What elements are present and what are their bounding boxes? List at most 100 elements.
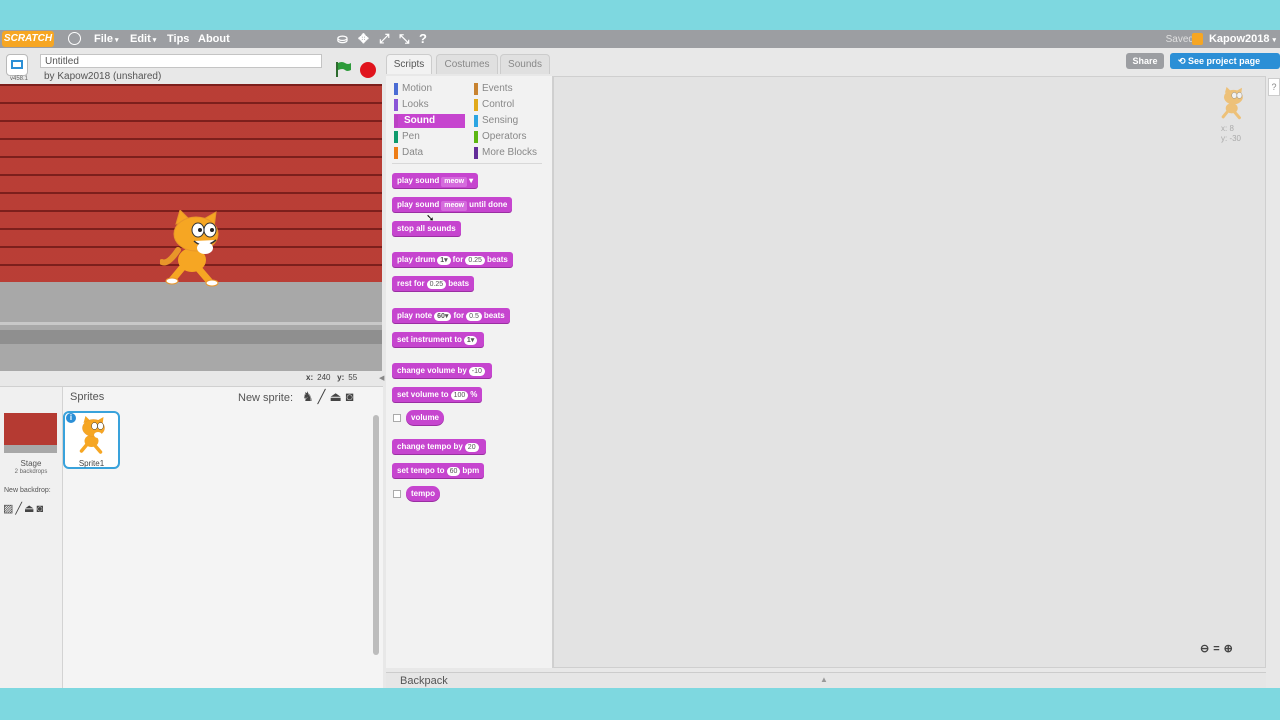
sound-dropdown[interactable]: meow — [441, 177, 468, 187]
zoom-in-icon[interactable]: ⊕ — [1224, 643, 1237, 655]
block-change-volume[interactable]: change volume by -10 — [392, 363, 492, 378]
category-swatch — [394, 115, 398, 127]
shrink-icon[interactable]: ⤡ — [399, 31, 409, 47]
paint-sprite-icon[interactable]: ╱ — [318, 389, 330, 404]
block-set-instrument[interactable]: set instrument to 1▾ — [392, 332, 485, 347]
camera-sprite-icon[interactable]: ◙ — [346, 389, 358, 404]
block-play-drum[interactable]: play drum 1▾ for 0.25 beats — [392, 252, 513, 267]
menu-about[interactable]: About — [198, 33, 230, 45]
grow-icon[interactable]: ⤢ — [379, 31, 389, 47]
beats-input[interactable]: 0.25 — [465, 256, 485, 265]
backdrops-count: 2 backdrops — [14, 469, 48, 475]
category-swatch — [474, 83, 478, 95]
stage-canvas[interactable] — [0, 84, 382, 371]
upload-sprite-icon[interactable]: ⏏ — [329, 389, 345, 404]
category-sensing[interactable]: Sensing — [474, 114, 544, 128]
block-change-tempo[interactable]: change tempo by 20 — [392, 439, 486, 454]
block-play-note[interactable]: play note 60▾ for 0.5 beats — [392, 308, 510, 323]
sprite-y: y: -30 — [1221, 134, 1242, 143]
stage-label: Stage — [20, 459, 42, 468]
sound-dropdown[interactable]: meow — [441, 201, 468, 211]
new-backdrop-tools: ▨╱⏏◙ — [3, 502, 45, 515]
tempo-input[interactable]: 20 — [464, 443, 479, 452]
project-title-input[interactable] — [40, 54, 322, 68]
menu-edit[interactable]: Edit ▾ — [130, 33, 156, 45]
help-tab-icon[interactable]: ? — [1268, 78, 1280, 96]
category-more-blocks[interactable]: More Blocks — [474, 146, 546, 160]
scratch-editor-window: SCRATCH File ▾ Edit ▾ Tips About ⛀ ✥ ⤢ ⤡ ?… — [0, 30, 1280, 688]
script-area[interactable] — [553, 76, 1266, 668]
tab-scripts[interactable]: Scripts — [386, 54, 432, 74]
block-set-volume[interactable]: set volume to 100% — [392, 387, 483, 402]
user-menu[interactable]: Kapow2018 ▾ — [1191, 33, 1276, 46]
language-globe-icon[interactable] — [68, 32, 81, 45]
upload-backdrop-icon[interactable]: ⏏ — [24, 503, 36, 515]
tab-costumes[interactable]: Costumes — [436, 54, 498, 74]
new-sprite-label: New sprite: — [238, 392, 294, 404]
reporter-volume[interactable]: volume — [406, 410, 445, 425]
fullscreen-button[interactable] — [6, 54, 28, 76]
volume-input[interactable]: -10 — [468, 367, 485, 376]
stop-button[interactable] — [360, 62, 376, 78]
category-swatch — [394, 131, 398, 143]
instrument-dropdown[interactable]: 1▾ — [463, 336, 478, 345]
menu-file[interactable]: File ▾ — [94, 33, 118, 45]
tempo-input[interactable]: 60 — [446, 467, 461, 476]
collapse-arrow-icon[interactable]: ◀ — [379, 374, 384, 382]
share-button[interactable]: Share — [1126, 53, 1164, 69]
category-looks[interactable]: Looks — [394, 98, 464, 112]
camera-backdrop-icon[interactable]: ◙ — [36, 503, 45, 515]
sidewalk-backdrop — [0, 282, 382, 371]
category-events[interactable]: Events — [474, 82, 544, 96]
stage-thumbnail[interactable] — [4, 413, 57, 453]
category-sound[interactable]: Sound — [394, 114, 465, 128]
delete-icon[interactable]: ✥ — [358, 31, 369, 47]
zoom-reset-icon[interactable]: = — [1213, 643, 1223, 655]
refresh-icon: ⟲ — [1178, 56, 1189, 66]
project-byline: by Kapow2018 (unshared) — [44, 71, 162, 82]
help-icon[interactable]: ? — [419, 31, 427, 46]
choose-sprite-icon[interactable]: ♞ — [302, 389, 318, 404]
tab-sounds[interactable]: Sounds — [500, 54, 550, 74]
chevron-down-icon: ▾ — [469, 176, 474, 185]
volume-input[interactable]: 100 — [450, 391, 469, 400]
paint-backdrop-icon[interactable]: ╱ — [15, 503, 24, 515]
chevron-up-icon[interactable]: ▲ — [820, 675, 828, 684]
version-label: v458.1 — [10, 76, 29, 82]
duplicate-icon[interactable]: ⛀ — [337, 31, 348, 47]
category-pen[interactable]: Pen — [394, 130, 464, 144]
green-flag-icon[interactable] — [334, 61, 352, 77]
stage-column: Stage 2 backdrops New backdrop: ▨╱⏏◙ — [0, 387, 63, 688]
sprite-x: x: 8 — [1221, 124, 1234, 133]
category-control[interactable]: Control — [474, 98, 544, 112]
category-operators[interactable]: Operators — [474, 130, 544, 144]
block-set-tempo[interactable]: set tempo to 60 bpm — [392, 463, 485, 478]
sprite-thumbnail[interactable]: i Sprite1 — [63, 411, 120, 469]
note-dropdown[interactable]: 60▾ — [434, 312, 452, 321]
tempo-checkbox[interactable] — [393, 490, 401, 498]
sidewalk-edge — [0, 322, 382, 325]
category-motion[interactable]: Motion — [394, 82, 464, 96]
block-rest-for[interactable]: rest for 0.25 beats — [392, 276, 475, 291]
volume-checkbox[interactable] — [393, 414, 401, 422]
scratch-logo[interactable]: SCRATCH — [2, 31, 54, 47]
choose-backdrop-icon[interactable]: ▨ — [3, 503, 15, 515]
see-project-page-button[interactable]: ⟲ See project page — [1170, 53, 1280, 69]
block-play-sound[interactable]: play sound meow ▾ — [392, 173, 479, 188]
category-swatch — [394, 99, 398, 111]
category-data[interactable]: Data — [394, 146, 464, 160]
category-swatch — [474, 115, 478, 127]
beats-input[interactable]: 0.25 — [426, 280, 447, 289]
category-swatch — [394, 147, 398, 159]
sprites-scrollbar[interactable] — [373, 415, 379, 655]
zoom-out-icon[interactable]: ⊖ — [1200, 643, 1213, 655]
scratch-cat-sprite[interactable] — [160, 210, 230, 290]
beats-input[interactable]: 0.5 — [466, 312, 482, 321]
reporter-tempo[interactable]: tempo — [406, 486, 440, 501]
menu-tips[interactable]: Tips — [167, 33, 189, 45]
new-backdrop-label: New backdrop: — [4, 487, 51, 494]
backpack-bar[interactable]: Backpack ▲ — [386, 672, 1266, 688]
block-play-sound-until-done[interactable]: play sound meow until done — [392, 197, 513, 212]
menu-bar: SCRATCH File ▾ Edit ▾ Tips About ⛀ ✥ ⤢ ⤡ ?… — [0, 30, 1280, 48]
drum-dropdown[interactable]: 1▾ — [437, 256, 451, 265]
